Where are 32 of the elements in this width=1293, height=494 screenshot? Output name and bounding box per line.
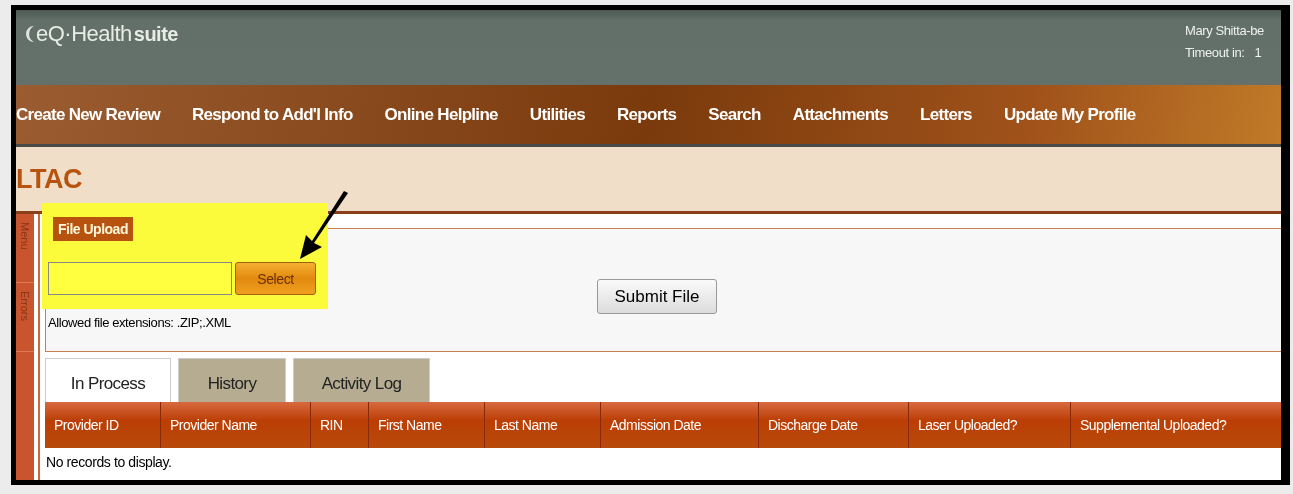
column-header: First Name [369,402,485,448]
nav-menu-item[interactable]: Online Helpline [384,104,498,125]
column-header: Discharge Date [759,402,909,448]
timeout-value: 1 [1254,45,1262,60]
app-logo: eQ·Healthsuite [22,10,178,46]
timeout-label: Timeout in: [1185,45,1245,60]
nav-menu-item[interactable]: Reports [616,104,677,125]
panel-legend: File Upload [53,217,133,241]
empty-message: No records to display. [45,453,173,470]
file-path-field[interactable] [48,262,232,295]
column-header: Provider Name [161,402,311,448]
nav-menu-item[interactable]: Respond to Add'l Info [192,104,353,125]
select-button[interactable]: Select [235,262,316,295]
column-header: RIN [311,402,369,448]
tab[interactable]: Activity Log [293,358,430,402]
nav-menu-item[interactable]: Update My Profile [1003,104,1136,125]
nav-menu-item[interactable]: Create New Review [16,104,160,125]
nav-menu-item[interactable]: Letters [920,104,972,125]
column-header: Laser Uploaded? [909,402,1071,448]
column-header: Last Name [485,402,601,448]
column-header: Provider ID [45,402,161,448]
submit-file-button[interactable]: Submit File [597,279,717,314]
nav-menu-item[interactable]: Search [708,104,761,125]
page-title: LTAC [16,163,82,195]
column-header: Admission Date [601,402,759,448]
user-name: Mary Shitta-be [1185,23,1265,38]
tab[interactable]: In Process [45,358,171,402]
file-extensions-hint: Allowed file extensions: .ZIP;.XML [48,315,231,330]
tab[interactable]: History [178,358,286,402]
column-header: Supplemental Uploaded? [1071,402,1281,448]
nav-menu-item[interactable]: Attachments [792,104,889,125]
nav-menu-item[interactable]: Utilities [529,104,585,125]
